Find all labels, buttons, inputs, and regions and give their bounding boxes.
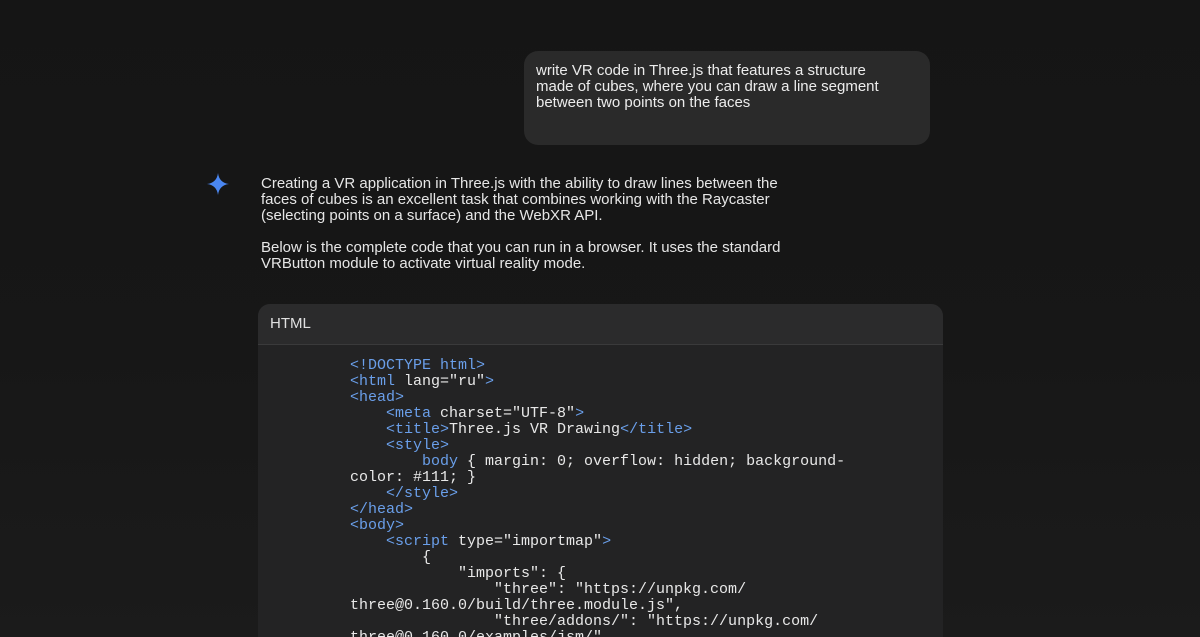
code-line: <html lang="ru"> [350, 374, 910, 390]
code-line: <title>Three.js VR Drawing</title> [350, 422, 910, 438]
chat-page: write VR code in Three.js that features … [0, 0, 1200, 637]
code-tag-token: </head> [350, 501, 414, 518]
code-text-token: Three.js VR Drawing [449, 421, 621, 438]
code-line: <style> [350, 438, 910, 454]
code-text-token: type="importmap" [449, 533, 603, 550]
sparkle-icon-svg [207, 173, 229, 195]
code-text-token: lang="ru" [395, 373, 486, 390]
assistant-paragraph: Below is the complete code that you can … [261, 240, 861, 272]
code-language-label: HTML [258, 304, 943, 345]
code-line: "three/addons/": "https://unpkg.com/ [350, 614, 910, 630]
code-line: <meta charset="UTF-8"> [350, 406, 910, 422]
code-tag-token: <head> [350, 389, 405, 406]
assistant-text-line: Creating a VR application in Three.js wi… [261, 175, 778, 192]
assistant-paragraph: Creating a VR application in Three.js wi… [261, 176, 861, 224]
code-text-token: "three/addons/": "https://unpkg.com/ [350, 613, 819, 630]
code-line: "imports": { [350, 566, 910, 582]
code-line: three@0.160.0/examples/jsm/" [350, 630, 910, 637]
user-prompt-bubble: write VR code in Three.js that features … [524, 51, 930, 145]
assistant-text-line: faces of cubes is an excellent task that… [261, 191, 770, 208]
code-text-token: three@0.160.0/examples/jsm/" [350, 629, 602, 637]
code-line: { [350, 550, 910, 566]
code-tag-token: </title> [620, 421, 693, 438]
code-line: color: #111; } [350, 470, 910, 486]
user-prompt-line: between two points on the faces [536, 94, 751, 111]
code-tag-token: <!DOCTYPE html> [350, 357, 486, 374]
code-tag-token: <meta [386, 405, 432, 422]
code-tag-token: </style> [386, 485, 459, 502]
code-tag-token: body [422, 453, 459, 470]
code-text-token: { [350, 549, 432, 566]
code-tag-token: > [485, 373, 495, 390]
code-block: HTML <!DOCTYPE html> <html lang="ru"> <hea… [258, 304, 943, 637]
code-tag-token: <title> [386, 421, 450, 438]
assistant-text-line: (selecting points on a surface) and the … [261, 207, 603, 224]
user-prompt-line: made of cubes, where you can draw a line… [536, 78, 879, 95]
user-prompt-line: write VR code in Three.js that features … [536, 62, 866, 79]
code-text-token: "imports": { [350, 565, 567, 582]
sparkle-icon [206, 172, 230, 196]
code-line: </style> [350, 486, 910, 502]
code-line: <body> [350, 518, 910, 534]
code-line: body { margin: 0; overflow: hidden; back… [350, 454, 910, 470]
code-tag-token: > [575, 405, 585, 422]
assistant-text-line: VRButton module to activate virtual real… [261, 255, 586, 272]
code-text-token: three@0.160.0/build/three.module.js", [350, 597, 684, 614]
code-line: "three": "https://unpkg.com/ [350, 582, 910, 598]
assistant-response: Creating a VR application in Three.js wi… [261, 176, 861, 288]
code-tag-token: <html [350, 373, 396, 390]
code-tag-token: <script [386, 533, 450, 550]
code-line: three@0.160.0/build/three.module.js", [350, 598, 910, 614]
code-tag-token: > [602, 533, 612, 550]
assistant-text-line: Below is the complete code that you can … [261, 239, 781, 256]
code-line: <script type="importmap"> [350, 534, 910, 550]
code-tag-token: <style> [386, 437, 450, 454]
code-text-token: "three": "https://unpkg.com/ [350, 581, 747, 598]
code-line: <head> [350, 390, 910, 406]
code-text-token: color: #111; } [350, 469, 477, 486]
code-text-token: charset="UTF-8" [431, 405, 576, 422]
code-tag-token: <body> [350, 517, 405, 534]
code-text-token: { margin: 0; overflow: hidden; backgroun… [458, 453, 846, 470]
code-line: </head> [350, 502, 910, 518]
code-content[interactable]: <!DOCTYPE html> <html lang="ru"> <head> <m… [350, 358, 910, 637]
code-line: <!DOCTYPE html> [350, 358, 910, 374]
